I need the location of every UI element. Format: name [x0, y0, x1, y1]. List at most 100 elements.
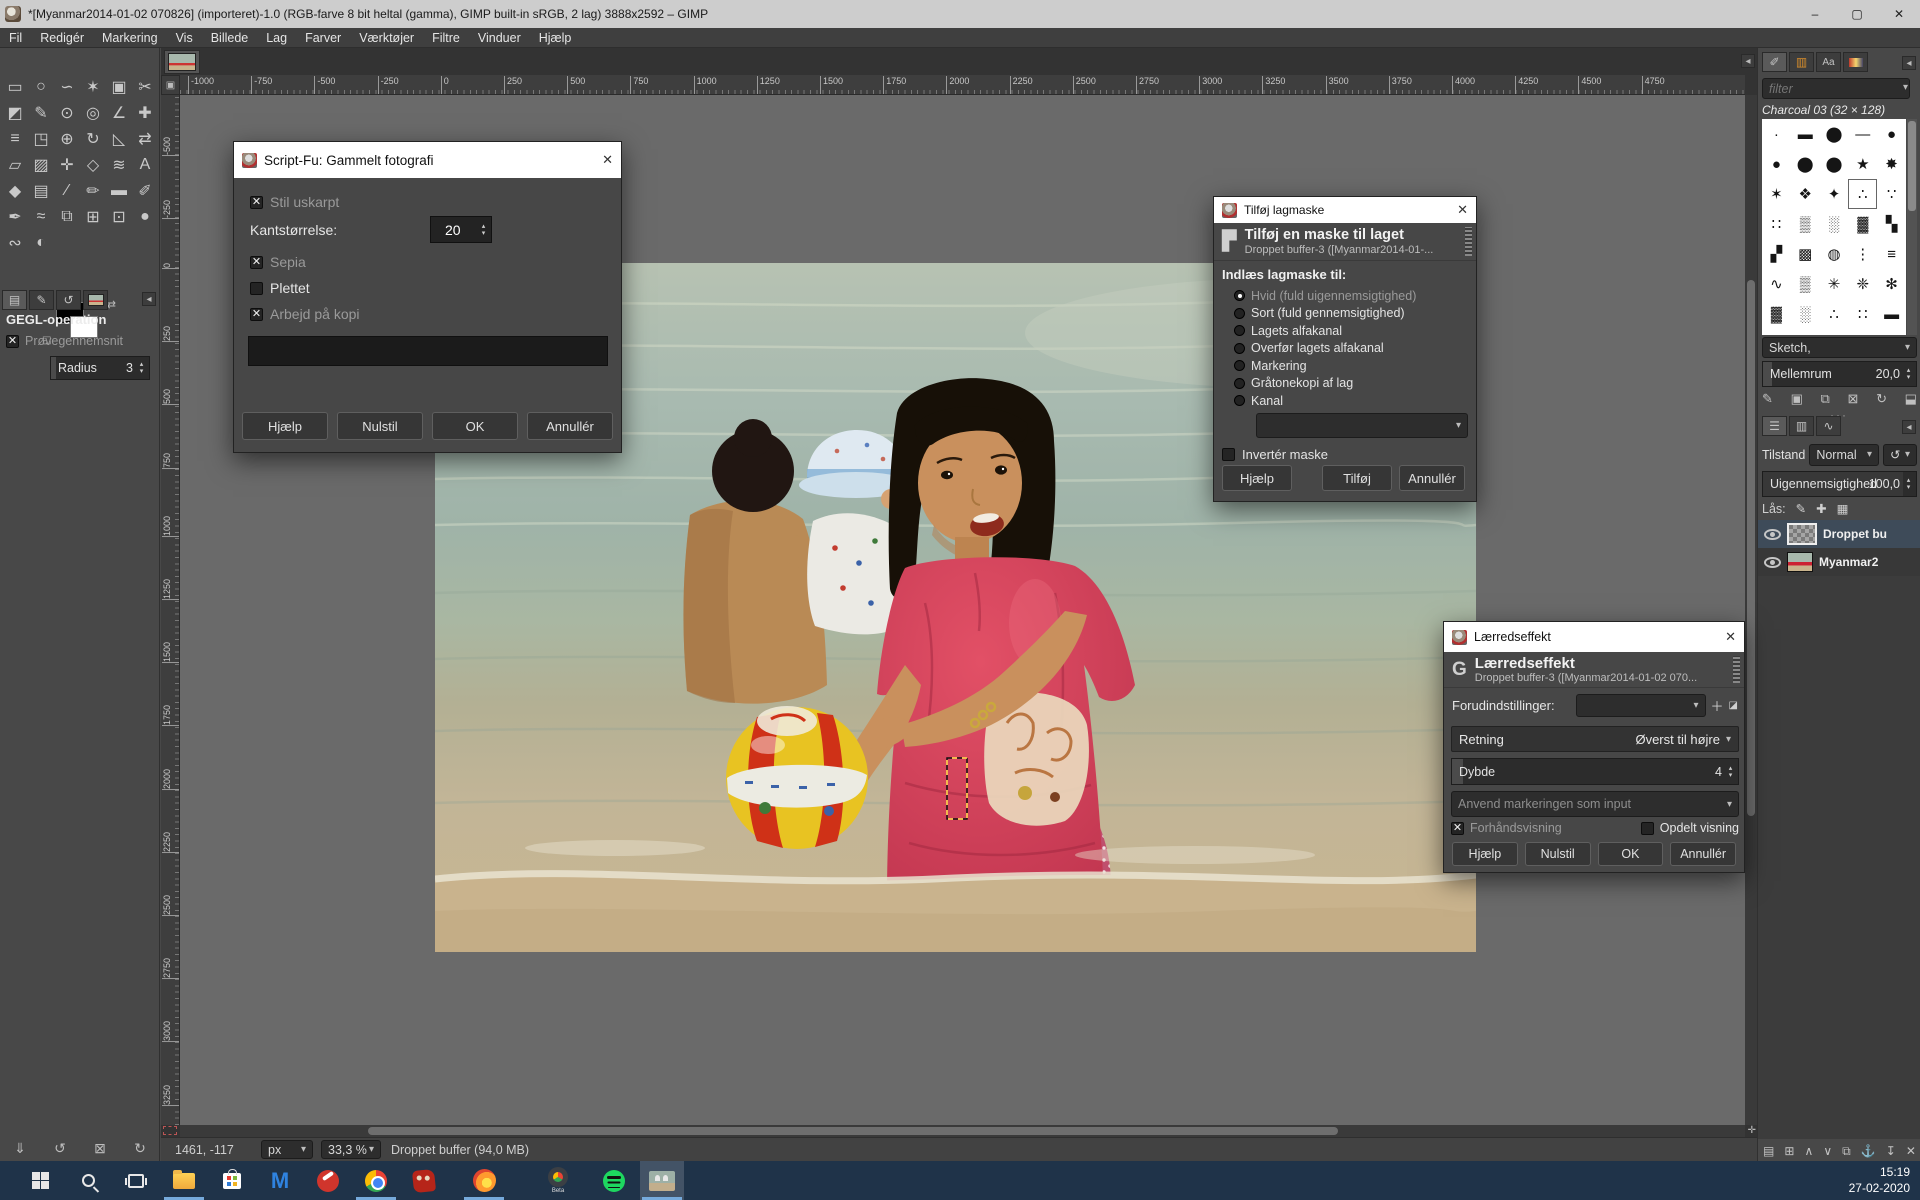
layer-row-myanmar[interactable]: Myanmar2	[1758, 548, 1920, 576]
delete-layer-icon[interactable]: ✕	[1906, 1144, 1916, 1159]
tool-rotate[interactable]: ↻	[80, 126, 106, 152]
tool-measure[interactable]: ∠	[106, 100, 132, 126]
minimize-button[interactable]: –	[1794, 0, 1836, 28]
menu-item[interactable]: Filtre	[423, 31, 469, 45]
brush-cell[interactable]: ∴	[1848, 179, 1877, 209]
help-button[interactable]: Hjælp	[1222, 465, 1292, 491]
tool-mypaint-brush[interactable]: ≈	[28, 204, 54, 230]
defocus-checkbox[interactable]	[250, 196, 263, 209]
navigation-icon[interactable]: ✛	[1748, 1125, 1756, 1136]
layer-row-droppet-buffer[interactable]: Droppet bu	[1758, 520, 1920, 548]
ok-button[interactable]: OK	[1598, 842, 1664, 866]
opacity-slider[interactable]: Uigennemsigtighed 100,0 ▴▾	[1762, 471, 1917, 497]
tool-dodge-burn[interactable]: ◐	[28, 230, 54, 256]
firefox-button[interactable]	[462, 1161, 506, 1200]
brush-cell[interactable]: ✸	[1877, 149, 1906, 179]
tool-crop[interactable]: ◳	[28, 126, 54, 152]
menu-item[interactable]: Værktøjer	[350, 31, 423, 45]
brush-cell[interactable]: ∵	[1877, 179, 1906, 209]
new-layer-group-icon[interactable]: ⊞	[1784, 1144, 1794, 1159]
tool-handle-transform[interactable]: ✛	[54, 152, 80, 178]
tab-channels[interactable]: ▥	[1789, 416, 1814, 436]
menu-item[interactable]: Redigér	[31, 31, 93, 45]
tool-text[interactable]: A	[132, 152, 158, 178]
new-brush-icon[interactable]: ▣	[1791, 391, 1803, 407]
unit-dropdown[interactable]: px▾	[261, 1140, 313, 1159]
fx-dialog-titlebar[interactable]: Lærredseffekt ✕	[1444, 622, 1744, 652]
tool-rectangle-select[interactable]: ▭	[2, 74, 28, 100]
direction-row[interactable]: Retning Øverst til højre ▾	[1451, 726, 1739, 752]
tool-perspective[interactable]: ▱	[2, 152, 28, 178]
edit-brush-icon[interactable]: ✎	[1762, 391, 1773, 407]
brush-cell[interactable]: ★	[1848, 149, 1877, 179]
tool-align[interactable]: ≡	[2, 126, 28, 152]
radius-slider[interactable]: Radius 3 ▴▾	[50, 356, 150, 380]
tool-color-picker[interactable]: ⊙	[54, 100, 80, 126]
mask-option[interactable]: Hvid (fuld uigennemsigtighed)	[1234, 287, 1416, 305]
close-icon[interactable]: ✕	[1457, 202, 1468, 218]
depth-slider[interactable]: Dybde 4 ▴▾	[1451, 758, 1739, 785]
brush-cell[interactable]: ▒	[1791, 269, 1820, 299]
tool-move[interactable]: ✚	[132, 100, 158, 126]
brush-cell[interactable]: ✳	[1820, 269, 1849, 299]
brush-cell[interactable]: ◍	[1820, 239, 1849, 269]
tool-paths[interactable]: ✎	[28, 100, 54, 126]
brush-cell[interactable]: ▒	[1791, 209, 1820, 239]
tool-free-select[interactable]: ∽	[54, 74, 80, 100]
brush-cell[interactable]: ●	[1762, 149, 1791, 179]
zoom-dropdown[interactable]: 33,3 %▾	[321, 1140, 381, 1159]
brush-grid-scrollbar[interactable]	[1907, 119, 1917, 335]
tool-ink[interactable]: ✒	[2, 204, 28, 230]
brush-cell[interactable]: ▚	[1877, 209, 1906, 239]
menu-item[interactable]: Vis	[167, 31, 202, 45]
tool-ellipse-select[interactable]: ○	[28, 74, 54, 100]
radio-icon[interactable]	[1234, 360, 1245, 371]
depth-spinner[interactable]: ▴▾	[1724, 759, 1737, 784]
tool-paintbrush[interactable]: ✏	[80, 178, 106, 204]
brush-cell[interactable]: ▓	[1848, 209, 1877, 239]
tab-gradients[interactable]	[1843, 52, 1868, 72]
cancel-button[interactable]: Annullér	[1670, 842, 1736, 866]
brush-cell[interactable]: ✦	[1820, 179, 1849, 209]
tool-flip[interactable]: ⇄	[132, 126, 158, 152]
close-icon[interactable]: ✕	[602, 152, 613, 168]
radio-icon[interactable]	[1234, 343, 1245, 354]
brush-cell[interactable]: ≡	[1877, 239, 1906, 269]
radius-spinner[interactable]: ▴▾	[135, 357, 148, 379]
work-on-copy-checkbox[interactable]	[250, 308, 263, 321]
menu-item[interactable]: Hjælp	[530, 31, 581, 45]
radio-icon[interactable]	[1234, 308, 1245, 319]
brush-cell[interactable]: ✻	[1877, 269, 1906, 299]
raise-layer-icon[interactable]: ∧	[1804, 1144, 1813, 1159]
export-icon[interactable]: ⇓	[14, 1140, 26, 1157]
mask-option[interactable]: Kanal	[1234, 392, 1416, 410]
help-button[interactable]: Hjælp	[1452, 842, 1518, 866]
filter-chevron-icon[interactable]: ▾	[1903, 82, 1908, 93]
tool-cage-transform[interactable]: ◇	[80, 152, 106, 178]
brush-cell[interactable]: ▓	[1762, 299, 1791, 329]
close-button[interactable]: ✕	[1878, 0, 1920, 28]
brush-cell[interactable]: ∷	[1848, 299, 1877, 329]
task-view-button[interactable]	[114, 1161, 158, 1200]
brush-cell[interactable]: ░	[1791, 299, 1820, 329]
tool-eraser[interactable]: ▬	[106, 178, 132, 204]
brush-cell[interactable]: ❈	[1848, 269, 1877, 299]
tool-airbrush[interactable]: ✐	[132, 178, 158, 204]
tool-smudge[interactable]: ∾	[2, 230, 28, 256]
brush-cell[interactable]: ▬	[1877, 299, 1906, 329]
taskbar-clock[interactable]: 15:19 27-02-2020	[1849, 1164, 1910, 1196]
tool-unified-transform[interactable]: ⊕	[54, 126, 80, 152]
tool-fuzzy-select[interactable]: ✶	[80, 74, 106, 100]
taskbar-search-button[interactable]	[66, 1161, 110, 1200]
lower-layer-icon[interactable]: ∨	[1823, 1144, 1832, 1159]
cancel-button[interactable]: Annullér	[1399, 465, 1465, 491]
tool-3d-transform[interactable]: ▨	[28, 152, 54, 178]
preview-checkbox[interactable]	[1451, 822, 1464, 835]
radio-icon[interactable]	[1234, 395, 1245, 406]
ok-button[interactable]: OK	[432, 412, 518, 440]
chrome-beta-button[interactable]: Beta	[536, 1161, 580, 1200]
radio-icon[interactable]	[1234, 325, 1245, 336]
delete-icon[interactable]: ⊠	[94, 1140, 106, 1157]
selection-input-dropdown[interactable]: Anvend markeringen som input ▾	[1451, 791, 1739, 817]
tool-foreground-select[interactable]: ◩	[2, 100, 28, 126]
